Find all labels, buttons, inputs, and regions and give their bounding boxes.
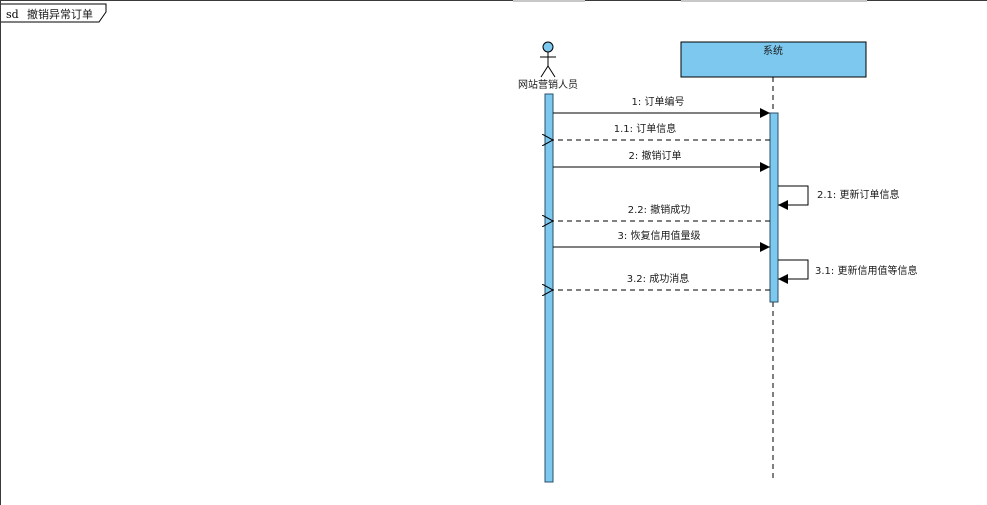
message-label: 2.1: 更新订单信息 <box>817 188 899 201</box>
sequence-diagram: sd 撤销异常订单 网站营销人员 系统 1: 订单编号 1.1: 订单信息 2:… <box>1 3 917 483</box>
stick-figure-icon <box>540 41 556 78</box>
self-message-arrow <box>778 259 809 284</box>
message-label: 1: 订单编号 <box>632 95 685 108</box>
message-3[interactable]: 3: 恢复信用值量级 <box>553 229 770 252</box>
message-label: 2.2: 撤销成功 <box>628 203 690 216</box>
message-label: 1.1: 订单信息 <box>614 122 676 135</box>
system-activation-bar <box>769 112 779 303</box>
message-label: 2: 撤销订单 <box>629 149 682 162</box>
message-label: 3.2: 成功消息 <box>627 272 689 285</box>
message-2-2[interactable]: 2.2: 撤销成功 <box>553 203 770 221</box>
message-3-2[interactable]: 3.2: 成功消息 <box>553 272 770 290</box>
message-1-1[interactable]: 1.1: 订单信息 <box>553 122 770 140</box>
message-label: 3.1: 更新信用值等信息 <box>815 264 917 277</box>
message-2-1[interactable]: 2.1: 更新订单信息 <box>778 185 899 210</box>
frame-title: 撤销异常订单 <box>27 7 93 21</box>
system-name: 系统 <box>763 44 783 57</box>
message-1[interactable]: 1: 订单编号 <box>553 95 770 118</box>
lifeline-actor[interactable]: 网站营销人员 <box>518 41 578 483</box>
frame-tab: sd 撤销异常订单 <box>1 3 107 23</box>
frame-keyword: sd <box>6 8 19 21</box>
message-2[interactable]: 2: 撤销订单 <box>553 149 770 172</box>
actor-activation-bar <box>544 93 554 483</box>
self-message-arrow <box>778 185 809 210</box>
message-3-1[interactable]: 3.1: 更新信用值等信息 <box>778 259 917 284</box>
lifeline-system[interactable]: 系统 <box>680 41 867 482</box>
message-label: 3: 恢复信用值量级 <box>618 229 701 242</box>
actor-name: 网站营销人员 <box>518 78 578 91</box>
